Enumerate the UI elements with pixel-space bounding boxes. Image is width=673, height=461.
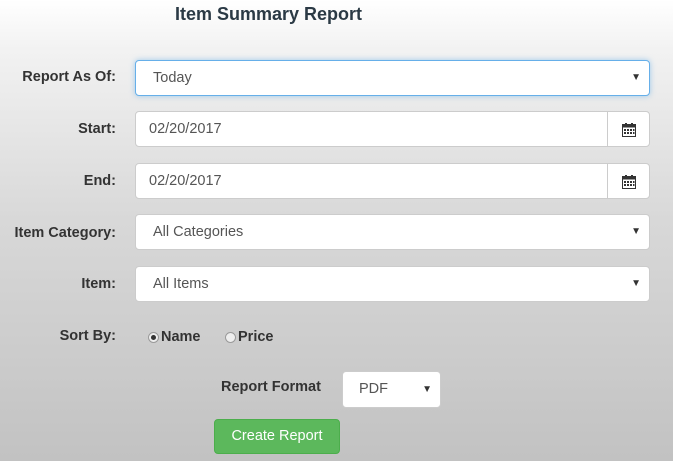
sort-by-price-radio[interactable] — [225, 331, 236, 343]
item-value: All Items — [153, 276, 209, 292]
chevron-down-icon: ▼ — [631, 226, 641, 237]
item-label: Item: — [81, 276, 116, 292]
end-date-value: 02/20/2017 — [149, 173, 222, 189]
item-category-value: All Categories — [153, 224, 244, 240]
calendar-icon — [622, 175, 636, 189]
sort-by-name-label: Name — [161, 329, 201, 345]
chevron-down-icon: ▼ — [631, 72, 641, 83]
sort-by-name-option[interactable]: Name — [148, 329, 201, 345]
end-calendar-button[interactable] — [607, 163, 650, 199]
report-as-of-value: Today — [153, 70, 192, 86]
report-as-of-label: Report As Of: — [22, 69, 116, 85]
report-format-label: Report Format — [221, 379, 321, 395]
sort-by-price-label: Price — [238, 329, 274, 345]
end-date-input[interactable]: 02/20/2017 — [135, 163, 608, 199]
calendar-icon — [622, 123, 636, 137]
end-label: End: — [83, 173, 116, 189]
report-format-select[interactable]: PDF ▼ — [342, 371, 441, 408]
create-report-button[interactable]: Create Report — [214, 419, 340, 454]
item-select[interactable]: All Items ▼ — [135, 266, 650, 302]
sort-by-label: Sort By: — [59, 328, 116, 344]
start-date-input[interactable]: 02/20/2017 — [135, 111, 608, 147]
start-label: Start: — [78, 121, 116, 137]
chevron-down-icon: ▼ — [422, 384, 432, 395]
chevron-down-icon: ▼ — [631, 278, 641, 289]
report-as-of-select[interactable]: Today ▼ — [135, 60, 650, 96]
item-category-label: Item Category: — [14, 225, 116, 241]
start-date-value: 02/20/2017 — [149, 121, 222, 137]
sort-by-name-radio[interactable] — [148, 331, 159, 343]
start-calendar-button[interactable] — [607, 111, 650, 147]
item-category-select[interactable]: All Categories ▼ — [135, 214, 650, 250]
page-title: Item Summary Report — [175, 4, 363, 24]
report-format-value: PDF — [359, 381, 388, 397]
sort-by-price-option[interactable]: Price — [225, 329, 273, 345]
